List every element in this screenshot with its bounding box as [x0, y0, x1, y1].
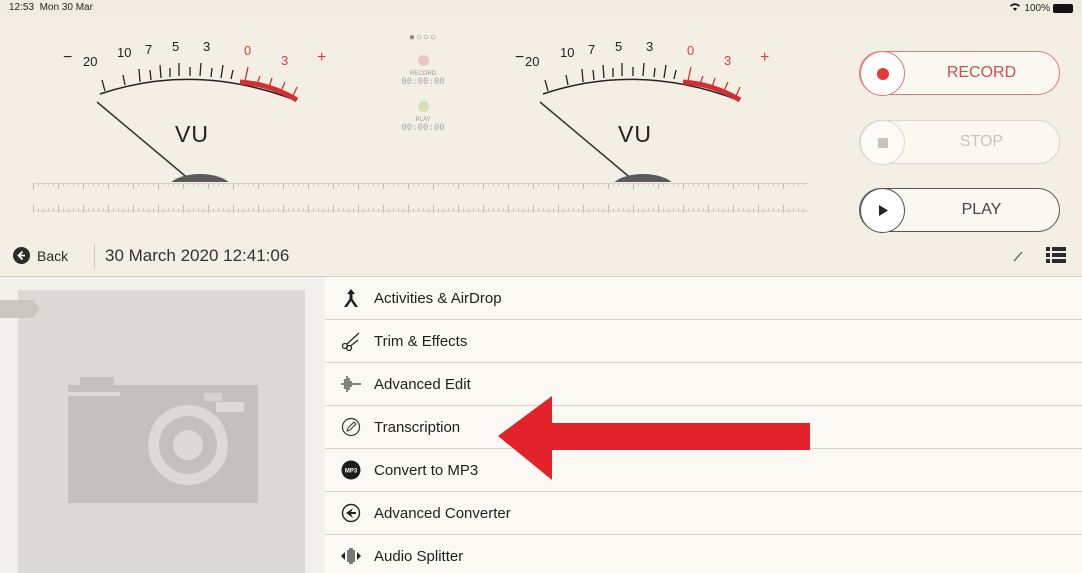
airdrop-icon — [340, 287, 362, 309]
waveform-icon — [340, 373, 362, 395]
vu-tick-label: 7 — [588, 42, 595, 57]
vu-tick-label: 3 — [281, 53, 288, 68]
converter-icon — [340, 502, 362, 524]
mp3-icon: MP3 — [340, 459, 362, 481]
panel-tab[interactable] — [0, 300, 40, 318]
vu-tick-label: 3 — [203, 39, 210, 54]
menu-item-label: Advanced Edit — [374, 375, 471, 393]
vu-tick-label: 3 — [646, 39, 653, 54]
annotation-arrow — [498, 396, 810, 480]
vu-tick-label: 0 — [244, 43, 251, 58]
status-bar: 12:53 Mon 30 Mar 100% — [0, 0, 1082, 16]
recording-title: 30 March 2020 12:41:06 — [105, 246, 290, 265]
menu-item-label: Convert to MP3 — [374, 461, 479, 479]
list-view-icon[interactable] — [1046, 246, 1066, 269]
svg-text:MP3: MP3 — [345, 469, 358, 475]
vu-tick-label: 20 — [525, 54, 539, 69]
back-arrow-icon — [13, 247, 30, 264]
pencil-circle-icon — [340, 416, 362, 438]
play-button[interactable]: PLAY — [859, 188, 1060, 233]
record-circle — [860, 51, 905, 96]
vu-tick-label: 0 — [687, 43, 694, 58]
vu-plus-sign: + — [317, 49, 326, 66]
edit-title-icon[interactable] — [1011, 248, 1025, 269]
vu-meter-left: − 20 10 7 5 3 0 3 + VU — [55, 32, 375, 182]
record-led — [417, 55, 429, 66]
record-timecode: 00:00:00 — [401, 77, 445, 87]
scissors-icon — [340, 330, 362, 352]
menu-item-activities-airdrop[interactable]: Activities & AirDrop — [325, 277, 1082, 320]
record-button-label: RECORD — [946, 64, 1017, 81]
recorder-panel: − 20 10 7 5 3 0 3 + VU ●○○○ RECORD 00:00… — [0, 16, 1082, 236]
vu-tick-label: 20 — [83, 54, 97, 69]
vu-plus-sign: + — [760, 49, 769, 66]
menu-item-label: Audio Splitter — [374, 547, 464, 565]
menu-item-trim-effects[interactable]: Trim & Effects — [325, 320, 1082, 363]
vu-meter-right: − 20 10 7 5 3 0 3 + VU — [507, 32, 827, 182]
artwork-placeholder[interactable] — [18, 290, 305, 573]
wifi-icon — [1009, 2, 1021, 14]
vu-tick-label: 10 — [117, 45, 131, 60]
menu-item-advanced-converter[interactable]: Advanced Converter — [325, 492, 1082, 535]
menu-item-label: Transcription — [374, 418, 461, 436]
back-label: Back — [37, 247, 69, 264]
vu-tick-label: 10 — [560, 45, 574, 60]
battery-icon — [1053, 3, 1073, 13]
stop-circle — [860, 120, 905, 165]
vu-label: VU — [618, 121, 652, 147]
play-led — [417, 101, 429, 112]
record-dot-icon — [876, 67, 889, 80]
timeline-ruler[interactable] — [33, 183, 808, 233]
stop-button[interactable]: STOP — [859, 120, 1060, 165]
status-date: Mon 30 Mar — [39, 2, 93, 13]
play-circle — [860, 188, 905, 233]
vu-label: VU — [175, 121, 209, 147]
page-dots[interactable]: ●○○○ — [378, 32, 468, 43]
vu-scale-right: − 20 10 7 5 3 0 3 + — [515, 39, 769, 182]
navigation-bar: Back 30 March 2020 12:41:06 — [0, 236, 1082, 277]
stop-square-icon — [877, 137, 888, 148]
vu-tick-label: 7 — [145, 42, 152, 57]
back-button[interactable]: Back — [13, 247, 68, 264]
vu-minus-sign: − — [515, 49, 524, 66]
play-timecode: 00:00:00 — [401, 123, 445, 133]
vu-tick-label: 5 — [172, 39, 179, 54]
nav-divider — [94, 244, 95, 269]
vu-tick-label: 5 — [615, 39, 622, 54]
camera-icon — [66, 377, 258, 503]
menu-item-audio-splitter[interactable]: Audio Splitter — [325, 535, 1082, 573]
status-indicators: ●○○○ RECORD 00:00:00 PLAY 00:00:00 — [378, 32, 468, 133]
record-button[interactable]: RECORD — [859, 51, 1060, 96]
menu-item-label: Activities & AirDrop — [374, 289, 502, 307]
splitter-icon — [340, 545, 362, 567]
menu-item-label: Trim & Effects — [374, 332, 468, 350]
stop-button-label: STOP — [959, 133, 1004, 150]
battery-percent: 100% — [1024, 2, 1050, 14]
play-triangle-icon — [878, 205, 888, 216]
vu-tick-label: 3 — [724, 53, 731, 68]
status-time: 12:53 — [9, 2, 35, 13]
menu-item-label: Advanced Converter — [374, 504, 511, 522]
vu-minus-sign: − — [63, 49, 72, 66]
vu-scale-left: − 20 10 7 5 3 0 3 + — [63, 39, 326, 182]
play-button-label: PLAY — [961, 201, 1002, 218]
artwork-panel — [0, 277, 325, 573]
